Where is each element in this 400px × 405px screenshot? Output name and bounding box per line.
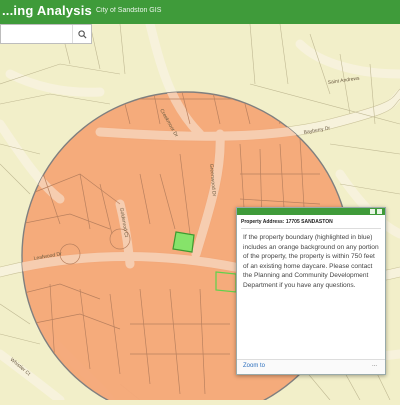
popup-body: If the property boundary (highlighted in… xyxy=(243,234,379,289)
search-input[interactable] xyxy=(3,27,75,43)
popup-title: Property Address: 17705 SANDASTON xyxy=(241,219,381,229)
zoom-to-link[interactable]: Zoom to xyxy=(243,363,265,369)
maximize-icon[interactable] xyxy=(370,209,375,214)
close-icon[interactable] xyxy=(377,209,382,214)
more-options-icon[interactable]: ... xyxy=(372,362,377,368)
property-popup[interactable]: Property Address: 17705 SANDASTON If the… xyxy=(236,207,386,375)
search-box[interactable] xyxy=(0,24,92,44)
popup-header-bar xyxy=(237,208,385,215)
app-title: ...ing Analysis xyxy=(2,3,92,18)
highlighted-property[interactable] xyxy=(172,231,195,253)
app-subtitle: City of Sandston GIS xyxy=(96,7,162,14)
search-icon[interactable] xyxy=(72,25,91,43)
app-header: ...ing Analysis City of Sandston GIS xyxy=(0,0,400,24)
popup-footer: Zoom to ... xyxy=(237,359,385,374)
